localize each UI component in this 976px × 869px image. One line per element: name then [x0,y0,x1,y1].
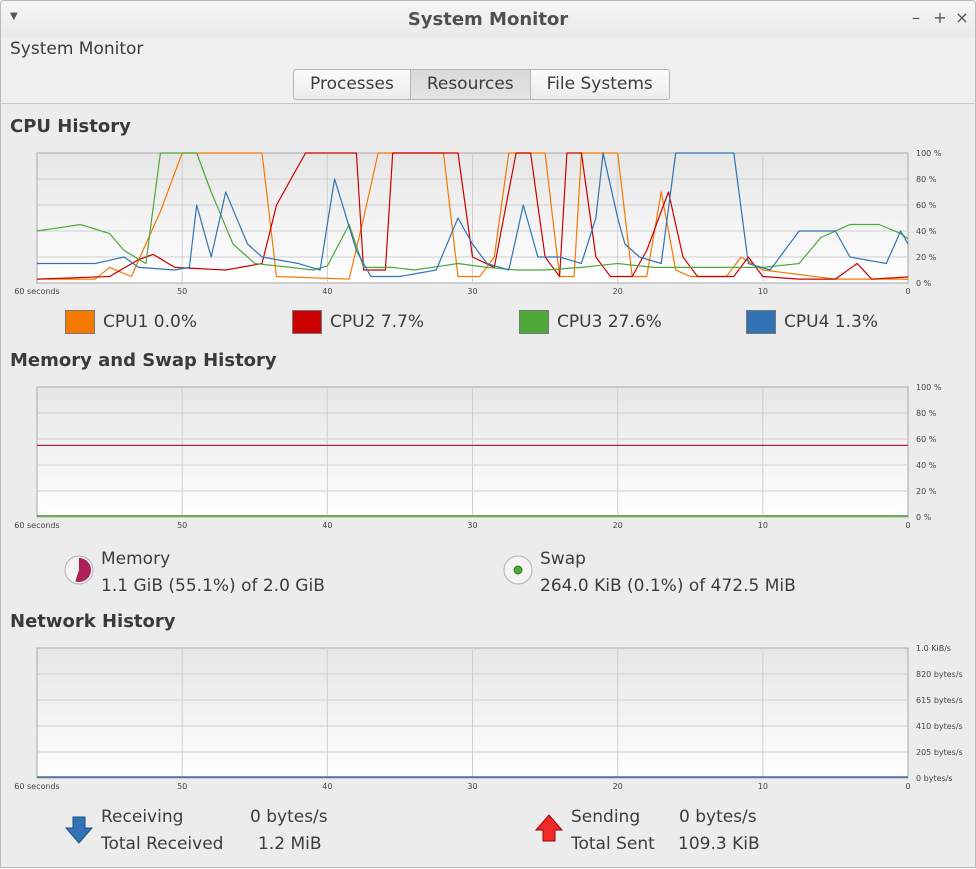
sending-arrow-icon[interactable] [534,813,564,843]
memory-pie-icon[interactable] [64,555,94,585]
cpu1-legend: CPU1 0.0% [65,310,197,334]
maximize-button[interactable]: + [931,8,949,27]
sending-value: 0 bytes/s [679,807,757,827]
memory-y-tick-label: 80 % [916,409,937,418]
memory-y-tick-label: 40 % [916,461,937,470]
network-history-graph: 60 seconds 50 40 30 20 10 0 1.0 KiB/s 820 bytes/… [14,644,963,791]
cpu-history-graph: 60 seconds 50 40 30 20 10 0 100 % 80 % 60 % 40 % 20… [14,149,942,296]
network-y-tick-label: 1.0 KiB/s [916,644,951,653]
memory-history-title: Memory and Swap History [10,350,277,371]
cpu4-legend: CPU4 1.3% [746,310,878,334]
network-history-title: Network History [10,611,176,632]
network-x-tick-label: 60 seconds [14,782,59,791]
network-x-tick-label: 20 [613,782,623,791]
cpu1-color-swatch[interactable] [65,310,95,334]
tab-file-systems[interactable]: File Systems [530,69,670,100]
network-y-tick-label: 615 bytes/s [916,696,963,705]
receiving-value: 0 bytes/s [250,807,328,827]
cpu-y-tick-label: 80 % [916,175,937,184]
memory-x-tick-label: 30 [467,521,477,530]
memory-x-tick-label: 50 [177,521,187,530]
swap-value: 264.0 KiB (0.1%) of 472.5 MiB [540,576,796,596]
cpu-x-tick-label: 30 [467,287,477,296]
cpu1-label: CPU1 0.0% [103,312,197,332]
cpu-y-tick-label: 60 % [916,201,937,210]
cpu-x-tick-label: 40 [322,287,332,296]
cpu-x-tick-label: 50 [177,287,187,296]
cpu-y-tick-label: 0 % [916,279,932,288]
memory-label: Memory [101,549,171,569]
title-bar[interactable]: ▼ System Monitor – + × [1,1,975,37]
close-button[interactable]: × [953,8,971,27]
swap-label: Swap [540,549,586,569]
network-y-tick-label: 820 bytes/s [916,670,963,679]
app-title: System Monitor [10,39,144,59]
cpu-x-tick-label: 10 [758,287,768,296]
cpu3-label: CPU3 27.6% [557,312,662,332]
network-y-tick-label: 205 bytes/s [916,748,963,757]
network-y-tick-label: 0 bytes/s [916,774,953,783]
cpu4-label: CPU4 1.3% [784,312,878,332]
memory-y-tick-label: 20 % [916,487,937,496]
network-x-tick-label: 50 [177,782,187,791]
memory-x-tick-label: 60 seconds [14,521,59,530]
tab-bar: Processes Resources File Systems [293,69,670,100]
total-sent-value: 109.3 KiB [678,834,760,854]
cpu-y-tick-label: 40 % [916,227,937,236]
window-title: System Monitor [407,9,569,30]
cpu2-label: CPU2 7.7% [330,312,424,332]
total-received-label: Total Received [101,834,224,854]
memory-y-tick-label: 100 % [916,383,942,392]
memory-x-tick-label: 40 [322,521,332,530]
memory-swap-graph: 60 seconds 50 40 30 20 10 0 100 % 80 % 60 % 40 % 20… [14,383,942,530]
cpu-y-tick-label: 100 % [916,149,942,158]
cpu-x-tick-label: 0 [905,287,910,296]
network-y-tick-label: 410 bytes/s [916,722,963,731]
cpu-y-tick-label: 20 % [916,253,937,262]
memory-x-tick-label: 0 [905,521,910,530]
tab-processes[interactable]: Processes [293,69,411,100]
network-x-tick-label: 10 [758,782,768,791]
memory-value: 1.1 GiB (55.1%) of 2.0 GiB [101,576,325,596]
minimize-button[interactable]: – [907,8,925,27]
tab-resources[interactable]: Resources [410,69,531,100]
cpu3-legend: CPU3 27.6% [519,310,662,334]
memory-info: Memory 1.1 GiB (55.1%) of 2.0 GiB [101,546,325,600]
cpu4-color-swatch[interactable] [746,310,776,334]
total-sent-label: Total Sent [571,834,655,854]
cpu2-color-swatch[interactable] [292,310,322,334]
memory-x-tick-label: 10 [758,521,768,530]
cpu-x-tick-label: 20 [613,287,623,296]
cpu3-color-swatch[interactable] [519,310,549,334]
memory-x-tick-label: 20 [613,521,623,530]
sending-label: Sending [571,807,641,827]
receiving-label: Receiving [101,807,184,827]
swap-pie-icon[interactable] [503,555,533,585]
swap-info: Swap 264.0 KiB (0.1%) of 472.5 MiB [540,546,796,600]
memory-y-tick-label: 0 % [916,513,932,522]
network-x-tick-label: 0 [905,782,910,791]
network-x-tick-label: 40 [322,782,332,791]
receiving-arrow-icon[interactable] [64,815,94,845]
cpu-x-tick-label: 60 seconds [14,287,59,296]
network-x-tick-label: 30 [467,782,477,791]
system-monitor-window: ▼ System Monitor – + × System Monitor Pr… [0,0,976,868]
cpu2-legend: CPU2 7.7% [292,310,424,334]
memory-y-tick-label: 60 % [916,435,937,444]
total-received-value: 1.2 MiB [258,834,322,854]
cpu-history-title: CPU History [10,116,131,137]
